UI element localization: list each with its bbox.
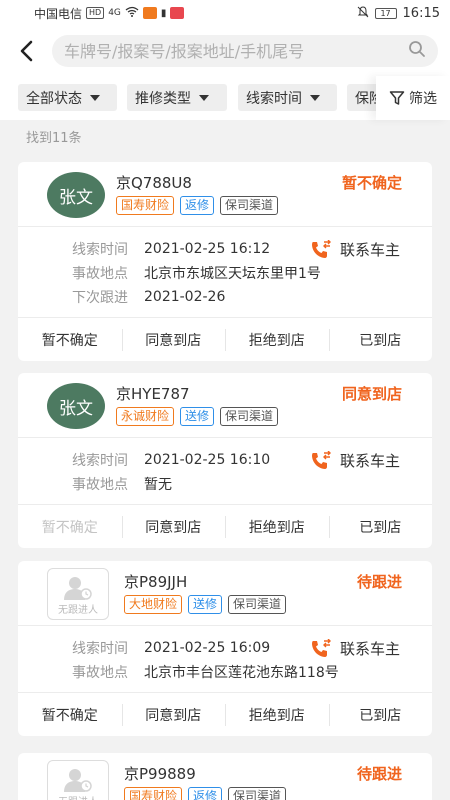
next-follow-value: 2021-02-26 [144, 289, 226, 305]
filter-clue-time[interactable]: 线索时间 [238, 84, 337, 111]
phone-transfer-icon [311, 450, 331, 469]
repair-type-tag: 返修 [188, 787, 223, 800]
header [0, 26, 450, 76]
action-uncertain-button[interactable]: 暂不确定 [18, 693, 122, 736]
clue-time-value: 2021-02-25 16:10 [144, 452, 271, 468]
plate-number: 京P89JJH [124, 573, 188, 591]
channel-tag: 保司渠道 [228, 787, 287, 800]
avatar: 张文 [47, 383, 105, 429]
mute-icon [357, 5, 369, 21]
accident-place-label: 事故地点 [72, 477, 128, 493]
screen-label: 筛选 [409, 91, 437, 107]
action-agree-button[interactable]: 同意到店 [121, 693, 226, 736]
clue-time-value: 2021-02-25 16:12 [144, 241, 271, 257]
repair-type-tag: 送修 [180, 407, 215, 426]
filter-status-label: 全部状态 [26, 90, 82, 107]
clue-time-label: 线索时间 [72, 453, 128, 469]
insurer-tag: 大地财险 [124, 595, 183, 614]
clue-time-label: 线索时间 [72, 242, 128, 258]
accident-place-label: 事故地点 [72, 665, 128, 681]
no-follower-label: 无跟进人 [58, 793, 98, 800]
contact-owner-label: 联系车主 [339, 452, 400, 470]
clue-time-label: 线索时间 [72, 641, 128, 657]
accident-place-label: 事故地点 [72, 266, 128, 282]
next-follow-label: 下次跟进 [72, 290, 128, 306]
accident-place-value: 暂无 [144, 477, 172, 493]
back-arrow-icon [20, 40, 33, 62]
action-refuse-button[interactable]: 拒绝到店 [225, 318, 329, 361]
filter-bar: 全部状态 推修类型 线索时间 保险公司 筛选 [0, 76, 450, 120]
app-notification-icon-2 [170, 7, 185, 19]
insurer-tag: 国寿财险 [124, 787, 183, 800]
channel-tag: 保司渠道 [220, 196, 279, 215]
caret-down-icon [310, 94, 320, 101]
result-count: 找到11条 [26, 130, 82, 146]
user-clock-icon [64, 769, 92, 792]
no-follower-avatar: 无跟进人 [47, 568, 109, 620]
signal-icon: 4G [108, 8, 121, 18]
filter-repair-type[interactable]: 推修类型 [127, 84, 227, 111]
repair-type-tag: 返修 [180, 196, 215, 215]
filter-clue-time-label: 线索时间 [246, 90, 302, 107]
clock-text: 16:15 [402, 5, 440, 21]
status-badge: 待跟进 [356, 765, 402, 783]
status-badge: 同意到店 [341, 385, 402, 403]
contact-owner-label: 联系车主 [339, 241, 400, 259]
funnel-icon [389, 91, 405, 105]
lead-card[interactable]: 张文 京HYE787 同意到店 永诚财险 送修 保司渠道 线索时间 2021-02… [18, 373, 432, 548]
accident-place-value: 北京市东城区天坛东里甲1号 [144, 266, 321, 282]
back-button[interactable] [14, 39, 38, 63]
action-arrived-button[interactable]: 已到店 [328, 318, 433, 361]
wifi-icon [125, 6, 139, 20]
status-bar: 中国电信 HD 4G ▮ 17 16:15 [0, 0, 450, 26]
insurer-tag: 永诚财险 [116, 407, 175, 426]
plate-number: 京Q788U8 [116, 174, 192, 192]
lead-card[interactable]: 无跟进人 京P89JJH 待跟进 大地财险 送修 保司渠道 线索时间 2021-0… [18, 561, 432, 736]
plate-number: 京P99889 [124, 765, 196, 783]
contact-owner-label: 联系车主 [339, 640, 400, 658]
caret-down-icon [199, 94, 209, 101]
action-uncertain-button[interactable]: 暂不确定 [18, 318, 122, 361]
filter-repair-type-label: 推修类型 [135, 90, 191, 107]
clue-time-value: 2021-02-25 16:09 [144, 640, 271, 656]
insurer-tag: 国寿财险 [116, 196, 175, 215]
contact-owner-button[interactable]: 联系车主 [310, 638, 400, 659]
filter-status[interactable]: 全部状态 [18, 84, 117, 111]
action-refuse-button[interactable]: 拒绝到店 [225, 693, 329, 736]
phone-transfer-icon [311, 638, 331, 657]
hd-badge: HD [86, 7, 105, 19]
no-follower-avatar: 无跟进人 [47, 760, 109, 800]
action-agree-button[interactable]: 同意到店 [121, 318, 226, 361]
carrier-text: 中国电信 [34, 6, 83, 21]
avatar: 张文 [47, 172, 105, 218]
lead-card[interactable]: 张文 京Q788U8 暂不确定 国寿财险 返修 保司渠道 线索时间 2021-02… [18, 162, 432, 361]
channel-tag: 保司渠道 [220, 407, 279, 426]
contact-owner-button[interactable]: 联系车主 [310, 239, 400, 260]
user-clock-icon [64, 577, 92, 600]
battery-alert-icon: ▮ [160, 7, 167, 19]
status-badge: 暂不确定 [341, 174, 402, 192]
status-badge: 待跟进 [356, 573, 402, 591]
action-arrived-button[interactable]: 已到店 [328, 693, 433, 736]
battery-icon: 17 [374, 7, 397, 19]
lead-card[interactable]: 无跟进人 京P99889 待跟进 国寿财险 返修 保司渠道 [18, 753, 432, 800]
search-input[interactable] [64, 41, 408, 61]
channel-tag: 保司渠道 [228, 595, 287, 614]
accident-place-value: 北京市丰台区莲花池东路118号 [144, 665, 339, 681]
plate-number: 京HYE787 [116, 385, 190, 403]
app-notification-icon [142, 7, 157, 19]
action-refuse-button[interactable]: 拒绝到店 [225, 505, 329, 548]
search-icon[interactable] [408, 40, 426, 62]
action-uncertain-button[interactable]: 暂不确定 [18, 505, 122, 548]
repair-type-tag: 送修 [188, 595, 223, 614]
screen-button[interactable]: 筛选 [376, 76, 450, 120]
search-box[interactable] [52, 35, 438, 67]
phone-transfer-icon [311, 239, 331, 258]
action-arrived-button[interactable]: 已到店 [328, 505, 433, 548]
contact-owner-button[interactable]: 联系车主 [310, 450, 400, 471]
no-follower-label: 无跟进人 [58, 605, 98, 616]
action-agree-button[interactable]: 同意到店 [121, 505, 226, 548]
caret-down-icon [90, 94, 100, 101]
